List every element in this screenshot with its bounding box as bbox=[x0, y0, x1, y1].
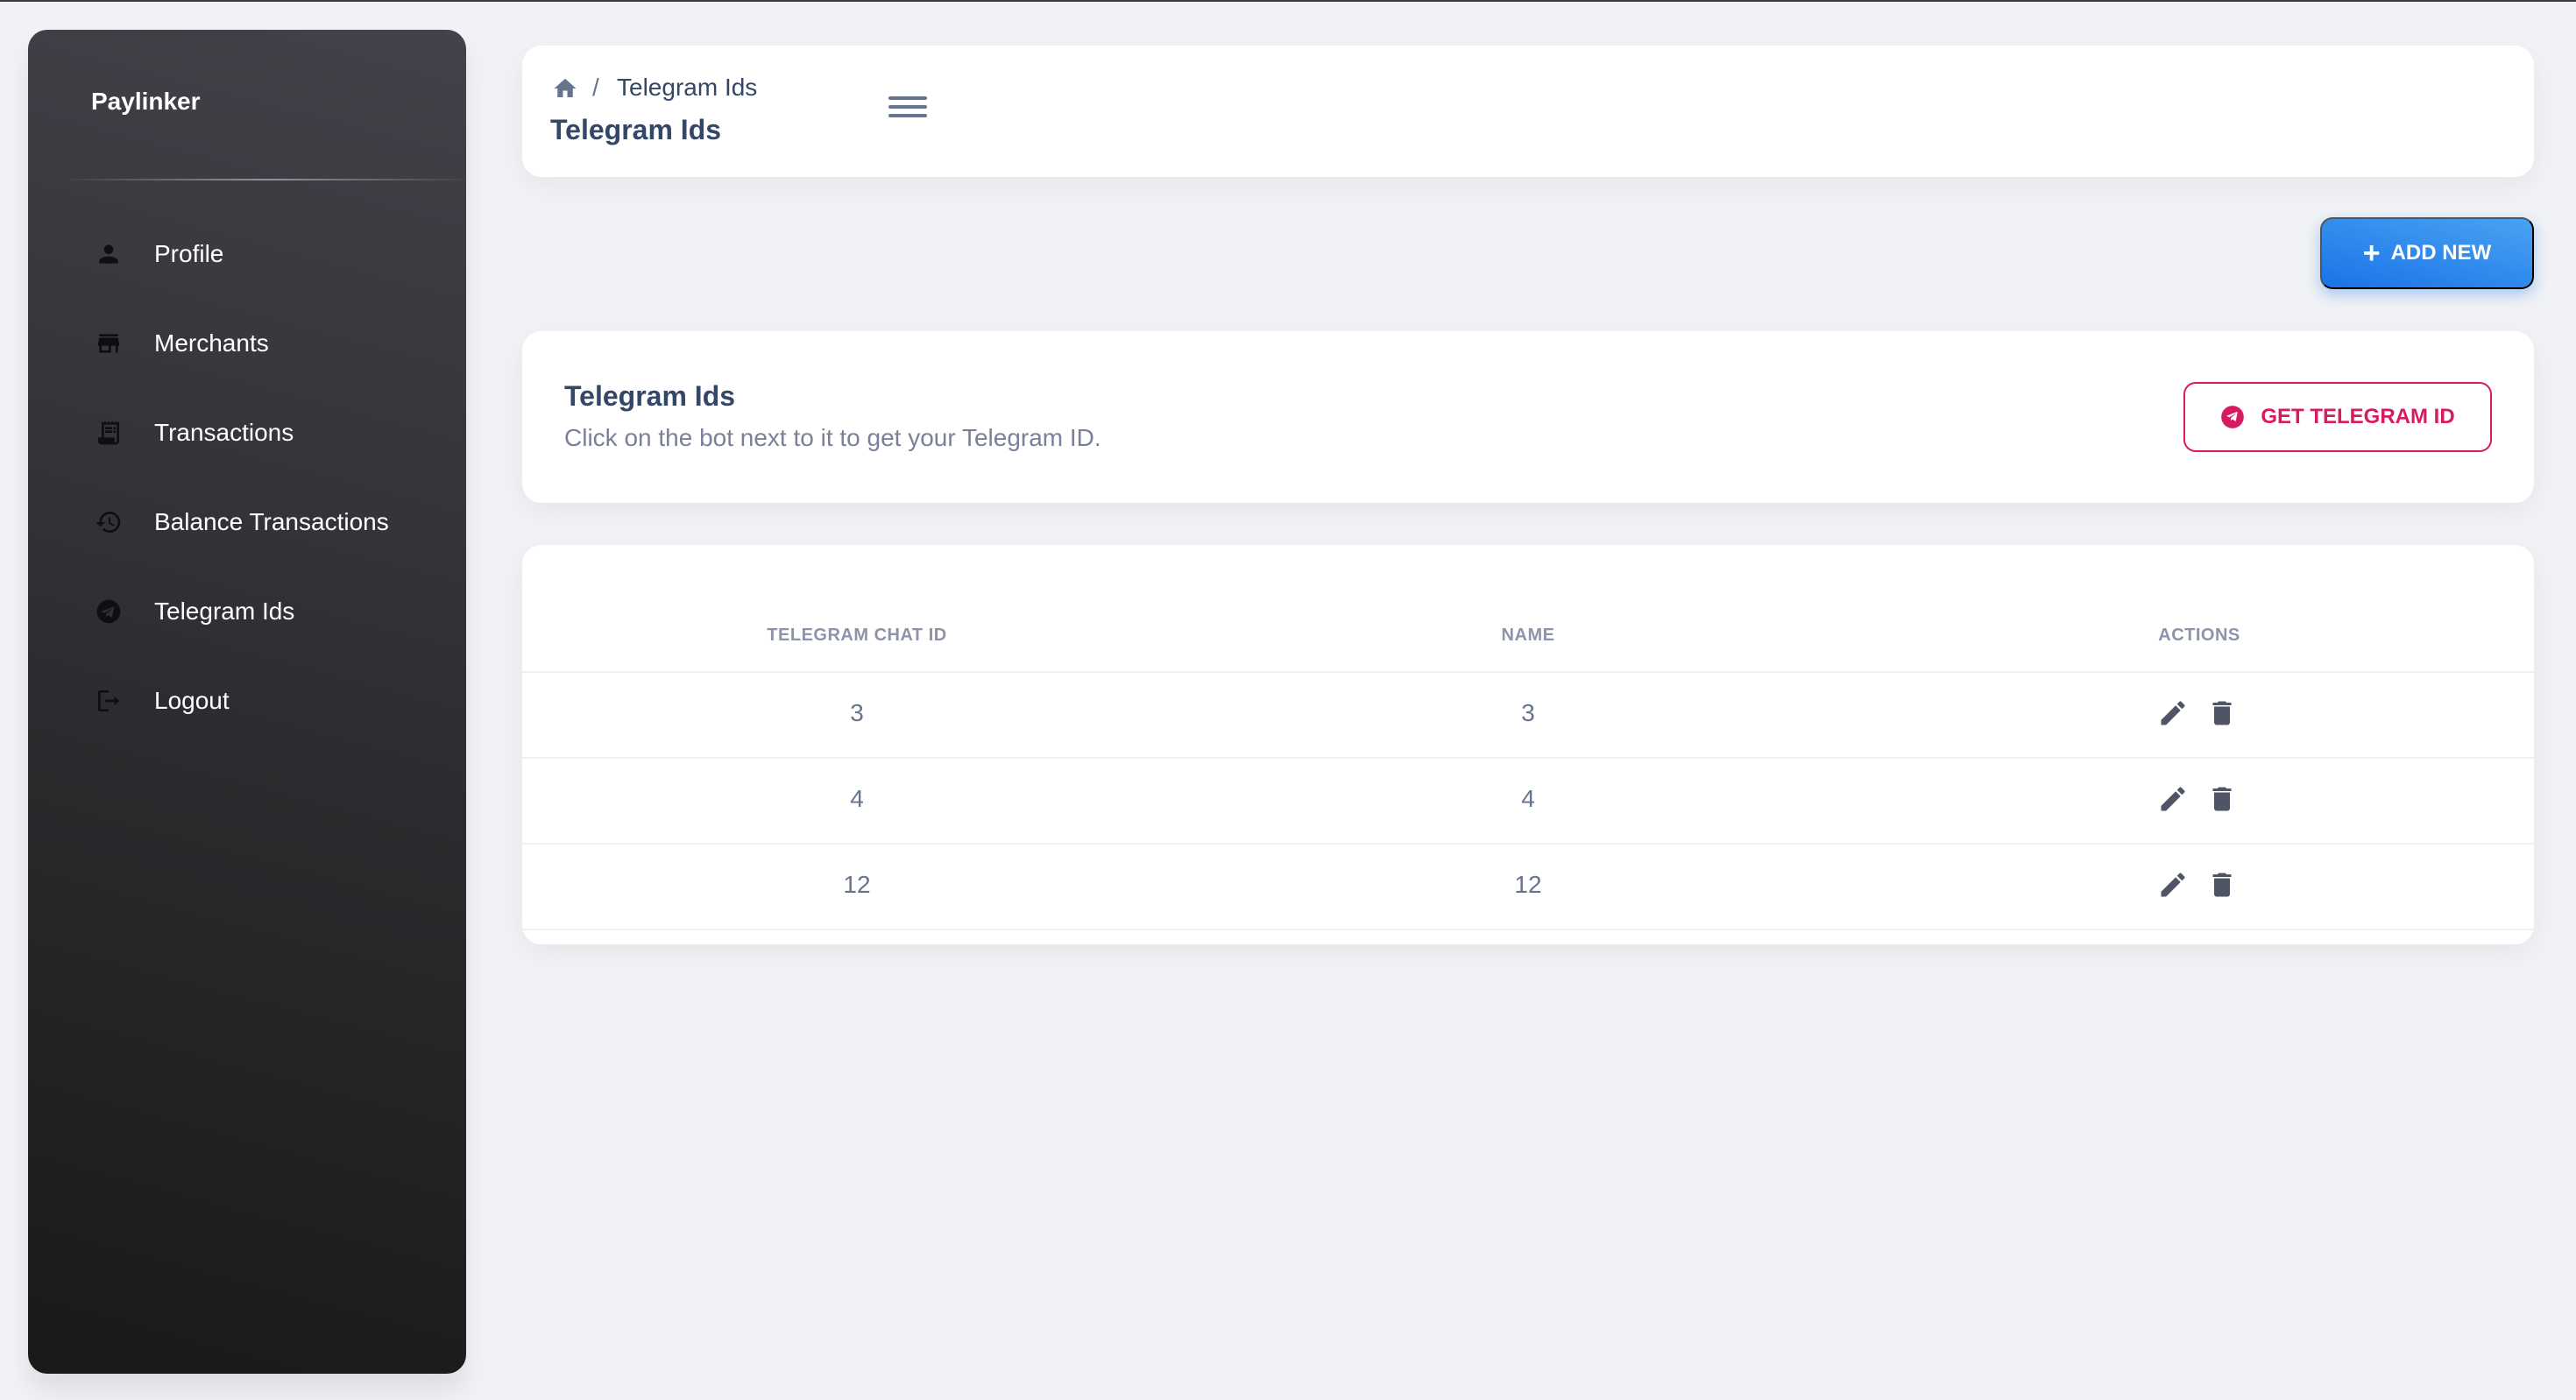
page-header: / Telegram Ids Telegram Ids bbox=[522, 46, 2534, 177]
edit-icon[interactable] bbox=[2157, 697, 2189, 729]
home-icon[interactable] bbox=[552, 75, 578, 102]
sidebar-item-transactions[interactable]: Transactions bbox=[91, 407, 442, 459]
table-row: 4 4 bbox=[522, 757, 2534, 843]
info-card: Telegram Ids Click on the bot next to it… bbox=[522, 331, 2534, 503]
sidebar-item-label: Logout bbox=[154, 687, 230, 714]
edit-icon[interactable] bbox=[2157, 869, 2189, 901]
chat-id-cell: 3 bbox=[850, 699, 864, 726]
chat-id-cell: 12 bbox=[843, 871, 871, 898]
breadcrumb-separator: / bbox=[592, 74, 599, 101]
sidebar-item-label: Profile bbox=[154, 240, 224, 267]
get-telegram-id-button[interactable]: GET TELEGRAM ID bbox=[2183, 382, 2492, 452]
store-icon bbox=[91, 326, 126, 361]
table-row: 12 12 bbox=[522, 843, 2534, 929]
row-actions bbox=[2157, 869, 2238, 901]
receipt-icon bbox=[91, 415, 126, 450]
breadcrumb-current: Telegram Ids bbox=[617, 74, 758, 101]
telegram-ids-table: TELEGRAM CHAT ID NAME ACTIONS 3 3 4 4 12… bbox=[522, 545, 2534, 944]
add-new-label: ADD NEW bbox=[2390, 241, 2492, 265]
get-telegram-id-label: GET TELEGRAM ID bbox=[2261, 405, 2455, 428]
delete-icon[interactable] bbox=[2206, 783, 2238, 815]
row-actions bbox=[2157, 783, 2238, 815]
page-title: Telegram Ids bbox=[550, 114, 722, 145]
delete-icon[interactable] bbox=[2206, 697, 2238, 729]
sidebar-item-logout[interactable]: Logout bbox=[91, 675, 442, 727]
person-icon bbox=[91, 237, 126, 272]
telegram-icon bbox=[91, 594, 126, 629]
logout-icon bbox=[91, 683, 126, 718]
sidebar-item-profile[interactable]: Profile bbox=[91, 228, 442, 280]
brand-logo[interactable]: Paylinker bbox=[91, 88, 201, 116]
history-icon bbox=[91, 505, 126, 540]
card-subtitle: Click on the bot next to it to get your … bbox=[564, 424, 1101, 451]
sidebar-item-balance-transactions[interactable]: Balance Transactions bbox=[91, 496, 442, 548]
sidebar-item-label: Transactions bbox=[154, 419, 294, 446]
sidebar: Paylinker Profile Merchants Transactions… bbox=[28, 30, 475, 1374]
menu-icon[interactable] bbox=[888, 91, 927, 126]
name-cell: 12 bbox=[1514, 871, 1542, 898]
sidebar-item-telegram-ids[interactable]: Telegram Ids bbox=[91, 585, 442, 638]
column-header-name[interactable]: NAME bbox=[1502, 626, 1555, 646]
plus-icon: + bbox=[2362, 237, 2381, 270]
sidebar-item-label: Balance Transactions bbox=[154, 508, 389, 535]
row-actions bbox=[2157, 697, 2238, 729]
sidebar-item-label: Telegram Ids bbox=[154, 597, 295, 625]
add-new-button[interactable]: + ADD NEW bbox=[2320, 217, 2534, 289]
column-header-chat-id[interactable]: TELEGRAM CHAT ID bbox=[767, 626, 946, 646]
table-divider bbox=[522, 929, 2534, 930]
column-header-actions: ACTIONS bbox=[2158, 626, 2240, 645]
chat-id-cell: 4 bbox=[850, 785, 864, 812]
card-title: Telegram Ids bbox=[564, 380, 736, 412]
sidebar-item-merchants[interactable]: Merchants bbox=[91, 317, 442, 370]
name-cell: 4 bbox=[1521, 785, 1535, 812]
delete-icon[interactable] bbox=[2206, 869, 2238, 901]
telegram-icon bbox=[2221, 406, 2245, 428]
name-cell: 3 bbox=[1521, 699, 1535, 726]
sidebar-item-label: Merchants bbox=[154, 329, 269, 357]
table-row: 3 3 bbox=[522, 671, 2534, 757]
edit-icon[interactable] bbox=[2157, 783, 2189, 815]
sidebar-divider bbox=[60, 179, 475, 180]
